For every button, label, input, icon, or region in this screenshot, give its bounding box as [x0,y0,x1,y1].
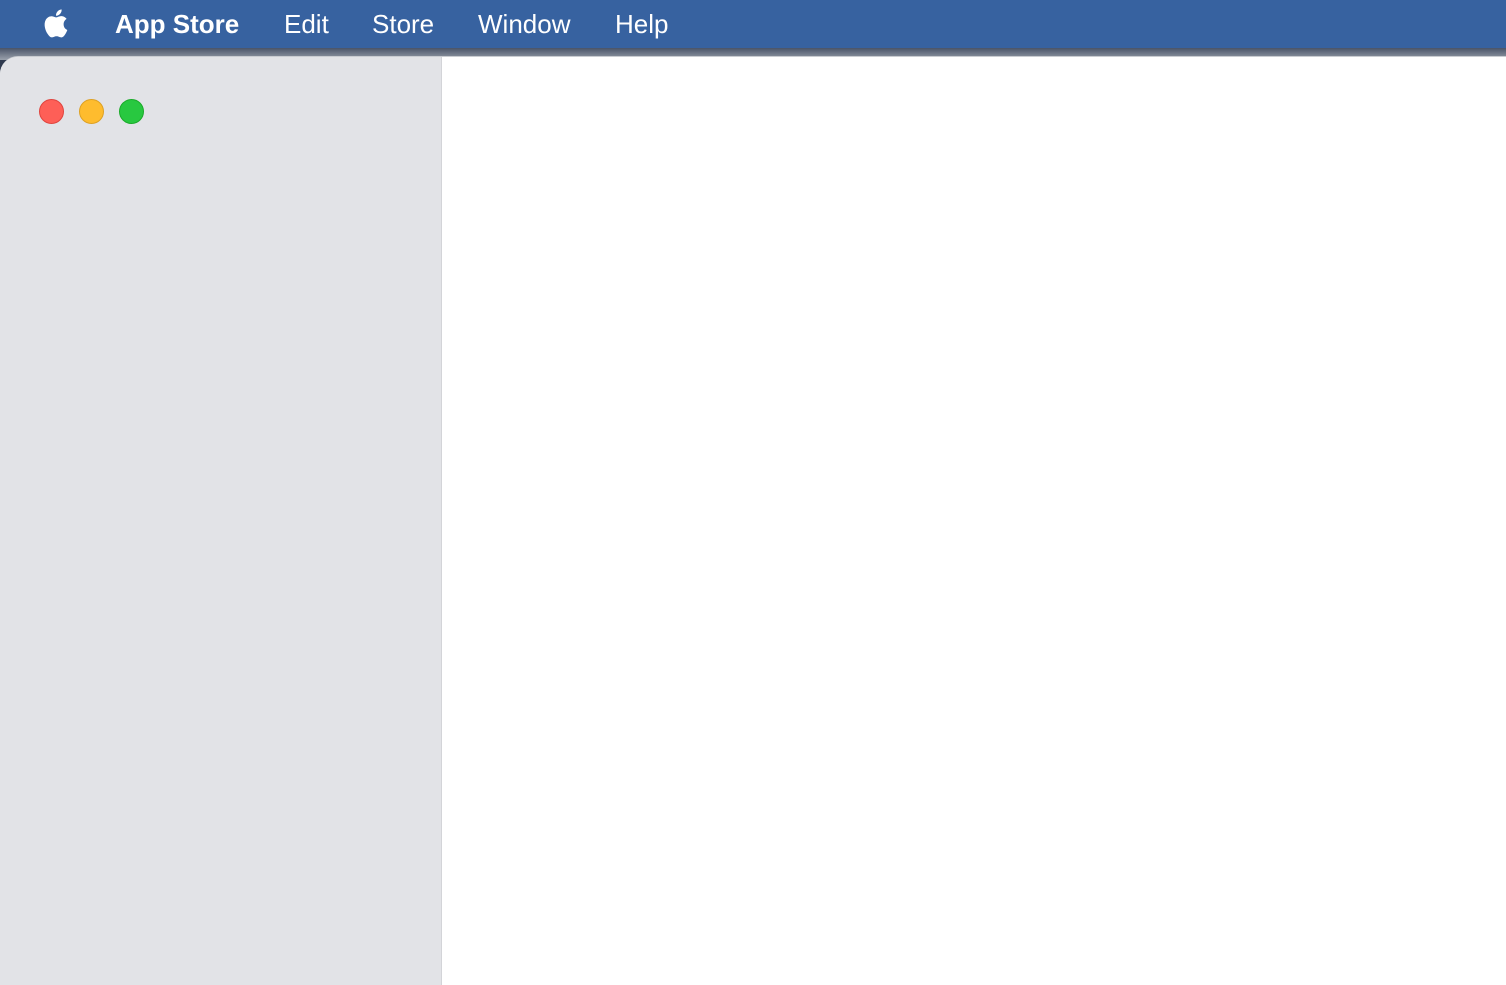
minimize-button[interactable] [79,99,104,124]
menu-edit[interactable]: Edit [284,0,329,48]
menu-app-store[interactable]: App Store [115,0,239,48]
zoom-button[interactable] [119,99,144,124]
sidebar [0,57,442,985]
menu-bar: App Store Edit Store Window Help [0,0,1506,48]
app-store-window [0,56,1506,985]
menu-window[interactable]: Window [478,0,570,48]
main-content [442,57,1506,985]
menu-help[interactable]: Help [615,0,668,48]
apple-logo-icon[interactable] [40,5,74,41]
close-button[interactable] [39,99,64,124]
menu-store[interactable]: Store [372,0,434,48]
